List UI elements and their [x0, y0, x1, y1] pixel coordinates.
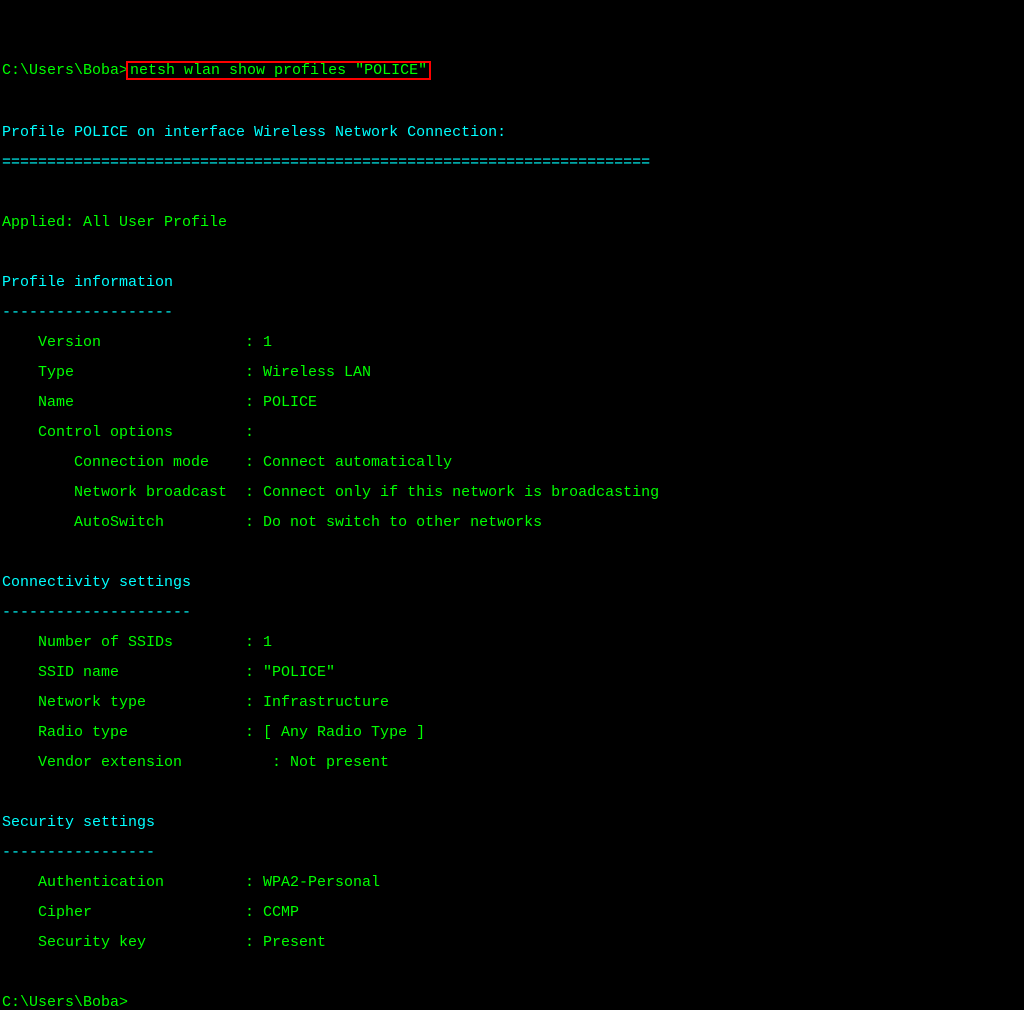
blank-line [2, 965, 1022, 980]
profile-name: Name : POLICE [2, 395, 1022, 410]
conn-radiotype: Radio type : [ Any Radio Type ] [2, 725, 1022, 740]
prompt-path-1: C:\Users\Boba> [2, 62, 128, 79]
conn-ssidname: SSID name : "POLICE" [2, 665, 1022, 680]
conn-nettype: Network type : Infrastructure [2, 695, 1022, 710]
security-dash: ----------------- [2, 845, 1022, 860]
connectivity-dash: --------------------- [2, 605, 1022, 620]
profile-type: Type : Wireless LAN [2, 365, 1022, 380]
blank-line [2, 245, 1022, 260]
profile-info-dash: ------------------- [2, 305, 1022, 320]
blank-line [2, 545, 1022, 560]
header-divider: ========================================… [2, 155, 1022, 170]
blank-line [2, 785, 1022, 800]
command-highlight: netsh wlan show profiles "POLICE" [126, 61, 431, 80]
prompt-path-2: C:\Users\Boba> [2, 994, 128, 1010]
profile-version: Version : 1 [2, 335, 1022, 350]
profile-connmode: Connection mode : Connect automatically [2, 455, 1022, 470]
blank-line [2, 95, 1022, 110]
conn-numssids: Number of SSIDs : 1 [2, 635, 1022, 650]
profile-info-title: Profile information [2, 275, 1022, 290]
profile-broadcast: Network broadcast : Connect only if this… [2, 485, 1022, 500]
prompt-line-1[interactable]: C:\Users\Boba>netsh wlan show profiles "… [2, 61, 1022, 80]
applied-line: Applied: All User Profile [2, 215, 1022, 230]
profile-control: Control options : [2, 425, 1022, 440]
conn-vendor: Vendor extension : Not present [2, 755, 1022, 770]
connectivity-title: Connectivity settings [2, 575, 1022, 590]
security-title: Security settings [2, 815, 1022, 830]
blank-line [2, 185, 1022, 200]
profile-header: Profile POLICE on interface Wireless Net… [2, 125, 1022, 140]
profile-autoswitch: AutoSwitch : Do not switch to other netw… [2, 515, 1022, 530]
sec-key: Security key : Present [2, 935, 1022, 950]
sec-cipher: Cipher : CCMP [2, 905, 1022, 920]
command-text: netsh wlan show profiles "POLICE" [130, 62, 427, 79]
sec-auth: Authentication : WPA2-Personal [2, 875, 1022, 890]
prompt-line-2[interactable]: C:\Users\Boba> [2, 995, 1022, 1010]
